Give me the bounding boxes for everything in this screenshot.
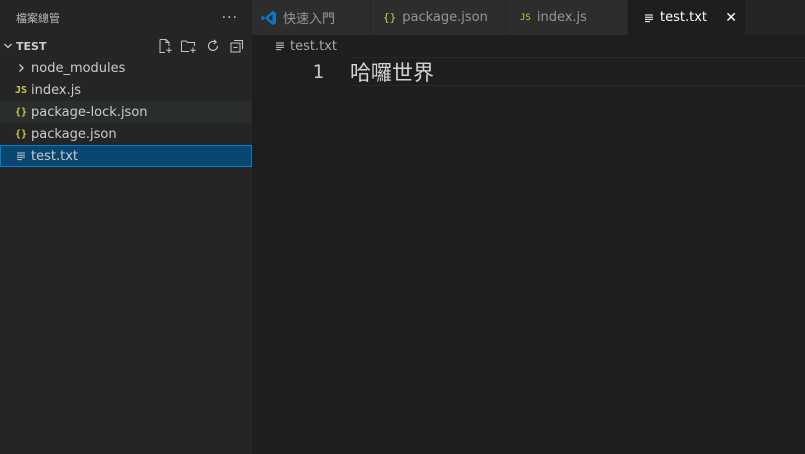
close-icon[interactable]: ✕ <box>725 10 737 26</box>
tree-item-test-txt[interactable]: test.txt <box>0 145 252 167</box>
tree-item-label: node_modules <box>31 60 126 76</box>
tab-label: index.js <box>536 10 587 25</box>
tree-item-label: package.json <box>31 126 117 142</box>
vscode-window: 檔案總管 ··· TEST node_modules JS index.js {… <box>0 0 805 454</box>
tab-test-txt[interactable]: test.txt ✕ <box>628 0 746 35</box>
tree-item-package-lock-json[interactable]: {} package-lock.json <box>0 101 252 123</box>
tab-package-json[interactable]: {} package.json <box>371 0 506 35</box>
tab-index-js[interactable]: JS index.js <box>506 0 628 35</box>
section-actions <box>155 37 252 55</box>
code-line: 1 哈囉世界 <box>252 57 805 86</box>
explorer-sidebar: 檔案總管 ··· TEST node_modules JS index.js {… <box>0 0 252 454</box>
editor-area: 快速入門 {} package.json JS index.js test.tx… <box>252 0 805 454</box>
text-file-icon <box>275 41 285 51</box>
tree-item-label: test.txt <box>31 148 78 164</box>
tree-item-label: package-lock.json <box>31 104 148 120</box>
chevron-right-icon <box>12 63 30 73</box>
tab-label: package.json <box>402 10 488 25</box>
tree-item-node-modules[interactable]: node_modules <box>0 57 252 79</box>
json-file-icon: {} <box>383 11 397 24</box>
vscode-logo-icon <box>261 10 277 26</box>
line-text[interactable]: 哈囉世界 <box>350 57 805 86</box>
tab-bar: 快速入門 {} package.json JS index.js test.tx… <box>252 0 805 35</box>
text-file-icon <box>644 13 654 23</box>
explorer-title: 檔案總管 <box>16 11 60 25</box>
js-file-icon: JS <box>14 84 28 96</box>
tree-item-label: index.js <box>31 82 82 98</box>
tab-label: 快速入門 <box>283 12 336 27</box>
tree-item-package-json[interactable]: {} package.json <box>0 123 252 145</box>
breadcrumb: test.txt <box>252 35 805 57</box>
chevron-down-icon[interactable] <box>0 41 16 51</box>
more-actions-icon[interactable]: ··· <box>222 10 238 26</box>
tree-item-index-js[interactable]: JS index.js <box>0 79 252 101</box>
refresh-icon[interactable] <box>203 37 222 55</box>
new-folder-icon[interactable] <box>179 37 198 55</box>
json-file-icon: {} <box>14 106 28 118</box>
collapse-all-icon[interactable] <box>227 37 246 55</box>
line-number: 1 <box>312 60 324 83</box>
explorer-header: 檔案總管 ··· <box>0 0 252 35</box>
text-file-icon <box>12 151 30 161</box>
new-file-icon[interactable] <box>155 37 174 55</box>
breadcrumb-item[interactable]: test.txt <box>290 39 337 54</box>
workspace-name: TEST <box>16 39 47 53</box>
json-file-icon: {} <box>14 128 28 140</box>
tab-welcome[interactable]: 快速入門 <box>252 0 371 35</box>
workspace-section-header[interactable]: TEST <box>0 35 252 57</box>
js-file-icon: JS <box>520 12 531 23</box>
tab-label: test.txt <box>660 10 707 25</box>
